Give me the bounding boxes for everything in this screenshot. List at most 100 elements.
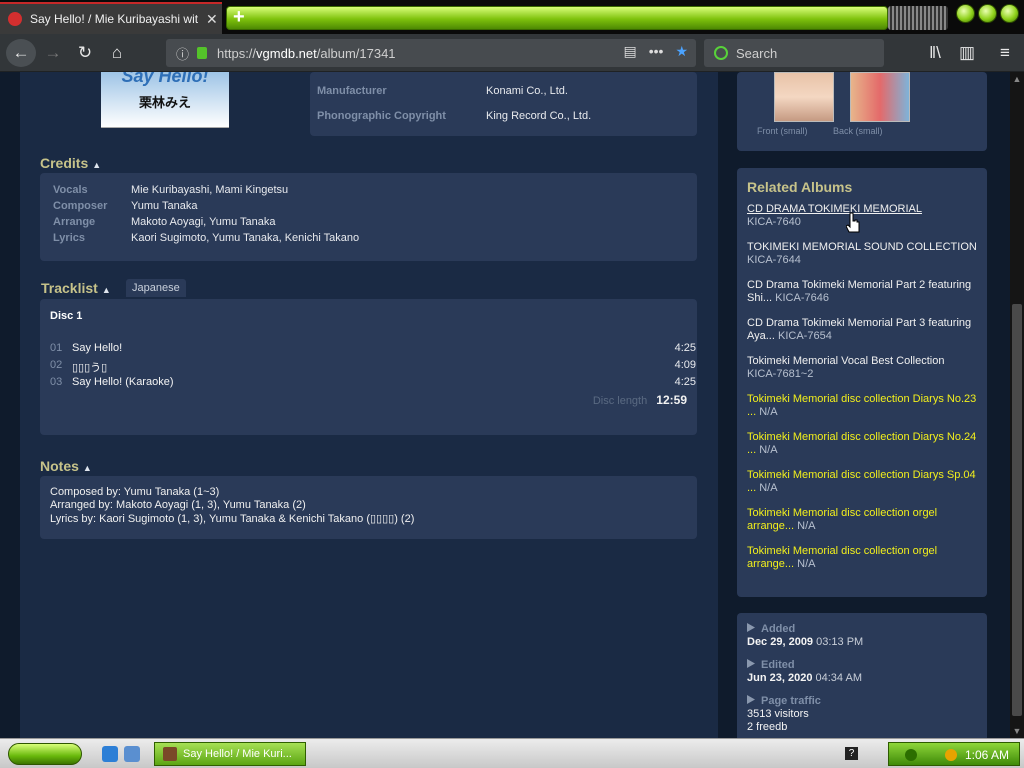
related-album-link[interactable]: Tokimeki Memorial disc collection orgel … xyxy=(747,507,937,532)
expand-triangle-icon xyxy=(747,695,755,704)
back-arrow-icon[interactable]: ← xyxy=(6,39,36,67)
related-album-catalog: N/A xyxy=(759,406,778,418)
album-main-column: Say Hello! 栗林みえ Manufacturer Konami Co.,… xyxy=(20,72,718,738)
taskbar-window-button[interactable]: Say Hello! / Mie Kuri... xyxy=(154,742,306,766)
maximize-button[interactable] xyxy=(978,4,997,23)
track-title: ▯▯▯う▯ xyxy=(72,362,108,374)
credit-value[interactable]: Kaori Sugimoto, Yumu Tanaka, Kenichi Tak… xyxy=(131,232,359,244)
bookmark-star-icon[interactable]: ★ xyxy=(675,43,688,60)
info-value[interactable]: Konami Co., Ltd. xyxy=(486,85,568,97)
reload-icon[interactable]: ↻ xyxy=(72,41,98,65)
tracklist-heading[interactable]: Tracklist ▲ xyxy=(41,280,111,296)
notes-heading[interactable]: Notes ▲ xyxy=(40,458,92,474)
related-album-item[interactable]: TOKIMEKI MEMORIAL SOUND COLLECTION KICA-… xyxy=(747,241,987,267)
related-album-item[interactable]: CD Drama Tokimeki Memorial Part 3 featur… xyxy=(747,317,987,343)
related-album-link[interactable]: TOKIMEKI MEMORIAL SOUND COLLECTION xyxy=(747,241,977,253)
search-icon xyxy=(714,46,728,60)
cover-subtitle: 栗林みえ xyxy=(138,95,191,110)
added-label[interactable]: Added xyxy=(747,623,795,635)
back-cover-caption[interactable]: Back (small) xyxy=(833,126,883,136)
collapse-triangle-icon[interactable]: ▲ xyxy=(102,285,111,295)
minimize-button[interactable] xyxy=(956,4,975,23)
start-button[interactable] xyxy=(8,743,82,765)
collapse-triangle-icon[interactable]: ▲ xyxy=(83,463,92,473)
related-album-item[interactable]: Tokimeki Memorial disc collection Diarys… xyxy=(747,431,987,457)
clock[interactable]: 1:06 AM xyxy=(965,748,1009,762)
related-albums-heading: Related Albums xyxy=(747,179,853,195)
close-tab-icon[interactable]: ✕ xyxy=(206,11,218,28)
front-cover-thumbnail[interactable] xyxy=(774,72,834,122)
back-cover-thumbnail[interactable] xyxy=(850,72,910,122)
related-album-item[interactable]: Tokimeki Memorial Vocal Best Collection … xyxy=(747,355,987,381)
related-album-catalog: KICA-7654 xyxy=(778,330,832,342)
traffic-freedb: 2 freedb xyxy=(747,721,788,733)
taskbar: Say Hello! / Mie Kuri... ? 1:06 AM xyxy=(0,738,1024,768)
album-cover-image[interactable]: Say Hello! 栗林みえ xyxy=(101,72,229,128)
forward-arrow-icon[interactable]: → xyxy=(40,41,66,65)
track-row[interactable]: 01 Say Hello! 4:25 xyxy=(50,342,696,358)
new-tab-plus-icon[interactable]: + xyxy=(233,6,245,29)
browser-tab[interactable]: Say Hello! / Mie Kuribayashi with S ✕ xyxy=(0,2,222,34)
related-album-item[interactable]: Tokimeki Memorial disc collection Diarys… xyxy=(747,393,987,419)
track-time: 4:09 xyxy=(674,359,696,371)
close-window-button[interactable] xyxy=(1000,4,1019,23)
credits-panel: Vocals Mie Kuribayashi, Mami Kingetsu Co… xyxy=(40,173,697,261)
related-album-item[interactable]: Tokimeki Memorial disc collection orgel … xyxy=(747,507,987,533)
scroll-up-icon[interactable]: ▲ xyxy=(1010,72,1024,86)
home-icon[interactable]: ⌂ xyxy=(104,41,130,65)
navigation-toolbar: ← → ↻ ⌂ ⓘ https://vgmdb.net/album/17341 … xyxy=(0,34,1024,72)
search-placeholder: Search xyxy=(736,45,778,61)
related-album-catalog: KICA-7646 xyxy=(775,292,829,304)
scroll-down-icon[interactable]: ▼ xyxy=(1010,724,1024,738)
track-row[interactable]: 03 Say Hello! (Karaoke) 4:25 xyxy=(50,376,696,392)
traffic-visitors: 3513 visitors xyxy=(747,708,809,720)
new-tab-area[interactable]: + xyxy=(226,6,888,30)
network-icon[interactable] xyxy=(905,749,917,761)
related-album-item[interactable]: Tokimeki Memorial disc collection orgel … xyxy=(747,545,987,571)
related-album-link[interactable]: Tokimeki Memorial disc collection orgel … xyxy=(747,545,937,570)
quick-launch-icon[interactable] xyxy=(124,746,140,762)
vertical-scrollbar[interactable]: ▲ ▼ xyxy=(1010,72,1024,738)
credit-value[interactable]: Mie Kuribayashi, Mami Kingetsu xyxy=(131,184,288,196)
credit-value[interactable]: Makoto Aoyagi, Yumu Tanaka xyxy=(131,216,276,228)
search-tray-icon[interactable] xyxy=(945,749,957,761)
related-album-item[interactable]: Tokimeki Memorial disc collection Diarys… xyxy=(747,469,987,495)
search-input[interactable]: Search xyxy=(704,39,884,67)
scroll-thumb[interactable] xyxy=(1012,304,1022,716)
page-traffic-label[interactable]: Page traffic xyxy=(747,695,821,707)
url-text[interactable]: https://vgmdb.net/album/17341 xyxy=(217,46,396,61)
related-album-link[interactable]: Tokimeki Memorial disc collection Diarys… xyxy=(747,393,976,418)
hamburger-menu-icon[interactable]: ≡ xyxy=(992,41,1018,65)
related-album-link[interactable]: Tokimeki Memorial Vocal Best Collection xyxy=(747,355,944,367)
internet-explorer-icon[interactable] xyxy=(102,746,118,762)
related-album-link[interactable]: Tokimeki Memorial disc collection Diarys… xyxy=(747,469,976,494)
related-album-catalog: KICA-7681~2 xyxy=(747,368,814,380)
sidebar: Front (small) Back (small) Related Album… xyxy=(718,72,1010,738)
track-row[interactable]: 02 ▯▯▯う▯ 4:09 xyxy=(50,359,696,375)
page-actions-icon[interactable]: ••• xyxy=(649,43,664,60)
system-tray: 1:06 AM xyxy=(888,742,1020,766)
reader-view-icon[interactable]: ▤ xyxy=(623,43,636,60)
page-viewport: Say Hello! 栗林みえ Manufacturer Konami Co.,… xyxy=(0,72,1010,738)
credits-heading[interactable]: Credits ▲ xyxy=(40,155,101,171)
expand-triangle-icon xyxy=(747,659,755,668)
sidebar-toggle-icon[interactable]: ▥ xyxy=(954,41,980,65)
credit-value[interactable]: Yumu Tanaka xyxy=(131,200,197,212)
edited-label[interactable]: Edited xyxy=(747,659,795,671)
front-cover-caption[interactable]: Front (small) xyxy=(757,126,808,136)
help-icon[interactable]: ? xyxy=(845,747,858,760)
tab-japanese[interactable]: Japanese xyxy=(126,279,186,297)
credit-row: Lyrics Kaori Sugimoto, Yumu Tanaka, Keni… xyxy=(40,232,697,248)
track-time: 4:25 xyxy=(674,376,696,388)
added-value: Dec 29, 2009 03:13 PM xyxy=(747,636,864,648)
address-bar[interactable]: ⓘ https://vgmdb.net/album/17341 ▤ ••• ★ xyxy=(166,39,696,67)
related-album-item[interactable]: CD Drama Tokimeki Memorial Part 2 featur… xyxy=(747,279,987,305)
collapse-triangle-icon[interactable]: ▲ xyxy=(92,160,101,170)
related-album-item[interactable]: CD DRAMA TOKIMEKI MEMORIAL KICA-7640 xyxy=(747,203,987,229)
info-value[interactable]: King Record Co., Ltd. xyxy=(486,110,591,122)
library-icon[interactable]: ‖\ xyxy=(922,41,948,65)
site-info-icon[interactable]: ⓘ xyxy=(176,44,189,63)
related-album-link[interactable]: Tokimeki Memorial disc collection Diarys… xyxy=(747,431,976,456)
credit-label: Vocals xyxy=(53,184,88,196)
related-album-link[interactable]: CD DRAMA TOKIMEKI MEMORIAL xyxy=(747,203,922,215)
